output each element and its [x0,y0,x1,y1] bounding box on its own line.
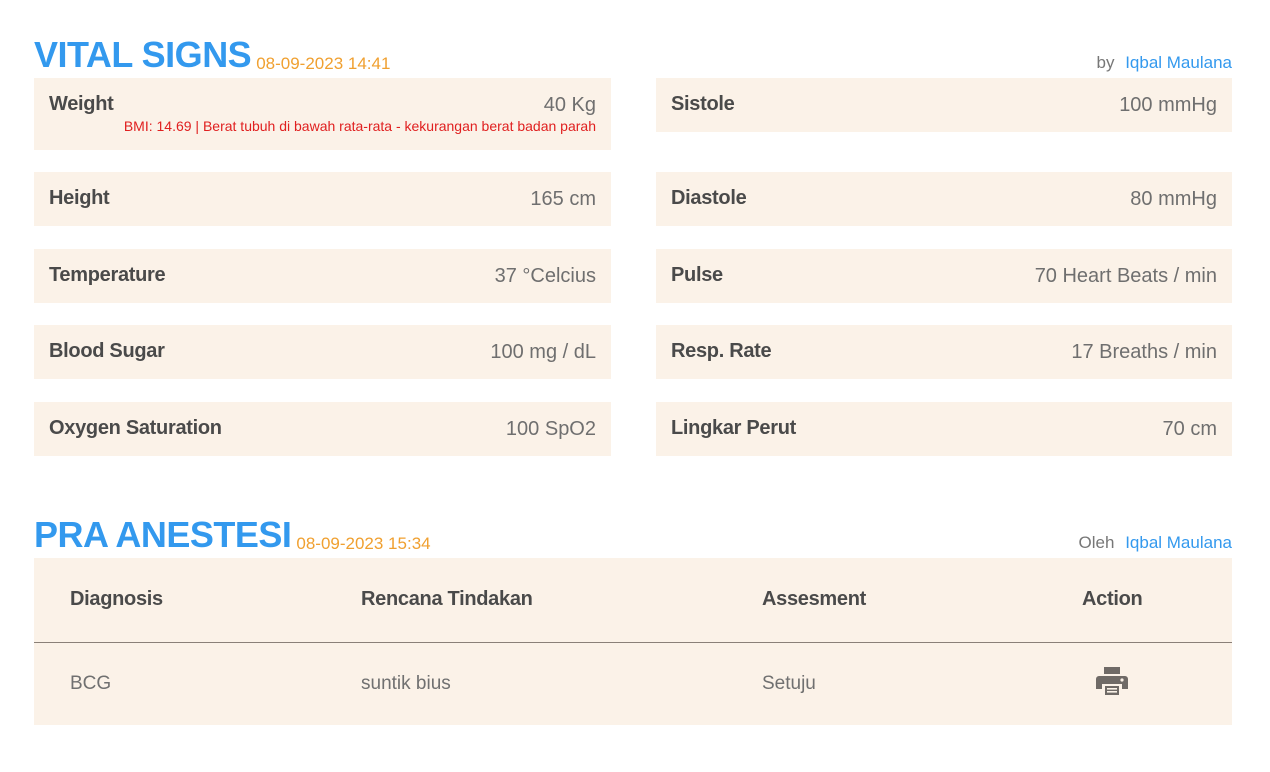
vital-card-temperature: Temperature 37 °Celcius [34,249,611,303]
vital-value: 80 mmHg [1130,188,1217,210]
vital-card-height: Height 165 cm [34,172,611,226]
vital-label: Lingkar Perut [671,417,797,439]
column-header-assesment: Assesment [762,558,1082,643]
column-header-diagnosis: Diagnosis [34,558,361,643]
author-label: by [1096,53,1115,72]
vital-card-weight: Weight 40 Kg BMI: 14.69 | Berat tubuh di… [34,78,611,150]
table-header-row: Diagnosis Rencana Tindakan Assesment Act… [34,558,1232,643]
table-row: BCG suntik bius Setuju [34,642,1232,725]
vital-card-lingkar-perut: Lingkar Perut 70 cm [656,402,1232,456]
vital-label: Sistole [671,93,735,115]
column-header-rencana-tindakan: Rencana Tindakan [361,558,762,643]
vital-card-blood-sugar: Blood Sugar 100 mg / dL [34,325,611,379]
vital-signs-title: VITAL SIGNS [34,34,252,75]
pra-anestesi-header: PRA ANESTESI 08-09-2023 15:34 Oleh Iqbal… [34,517,1232,553]
cell-assesment: Setuju [762,672,816,694]
vital-signs-author: by Iqbal Maulana [1096,54,1232,71]
cell-diagnosis: BCG [70,672,112,694]
cell-action [1082,642,1232,725]
vital-value: 40 Kg [543,94,596,116]
vital-signs-header: VITAL SIGNS 08-09-2023 14:41 by Iqbal Ma… [34,0,1232,73]
pra-anestesi-author: Oleh Iqbal Maulana [1079,534,1232,551]
vital-card-resp-rate: Resp. Rate 17 Breaths / min [656,325,1232,379]
vital-card-pulse: Pulse 70 Heart Beats / min [656,249,1232,303]
vital-card-diastole: Diastole 80 mmHg [656,172,1232,226]
vital-card-oxygen-saturation: Oxygen Saturation 100 SpO2 [34,402,611,456]
vital-value: 70 cm [1162,418,1217,440]
vital-value: 100 mg / dL [490,341,596,363]
author-name-link[interactable]: Iqbal Maulana [1125,533,1232,552]
vital-label: Resp. Rate [671,340,772,362]
column-header-action: Action [1082,558,1232,643]
vital-value: 70 Heart Beats / min [1034,265,1217,287]
vital-label: Blood Sugar [49,340,165,362]
vital-label: Height [49,187,110,209]
pra-anestesi-timestamp: 08-09-2023 15:34 [296,534,431,553]
vital-value: 100 SpO2 [505,418,596,440]
author-name-link[interactable]: Iqbal Maulana [1125,53,1232,72]
cell-rencana-tindakan: suntik bius [361,672,451,694]
vital-value: 165 cm [530,188,596,210]
author-label: Oleh [1078,533,1115,552]
vital-value: 17 Breaths / min [1071,341,1217,363]
vital-label: Temperature [49,264,166,286]
page: VITAL SIGNS 08-09-2023 14:41 by Iqbal Ma… [0,0,1270,772]
pra-anestesi-title: PRA ANESTESI [34,514,292,555]
vital-value: 37 °Celcius [494,265,596,287]
vital-label: Diastole [671,187,747,209]
vital-label: Pulse [671,264,723,286]
pra-anestesi-table: Diagnosis Rencana Tindakan Assesment Act… [34,558,1232,725]
vital-signs-timestamp: 08-09-2023 14:41 [256,54,391,73]
vital-label: Weight [49,93,114,115]
printer-icon[interactable] [1096,666,1128,702]
vital-label: Oxygen Saturation [49,417,222,439]
bmi-warning: BMI: 14.69 | Berat tubuh di bawah rata-r… [123,118,596,134]
vital-card-sistole: Sistole 100 mmHg [656,78,1232,132]
vital-value: 100 mmHg [1119,94,1217,116]
vital-signs-grid: Weight 40 Kg BMI: 14.69 | Berat tubuh di… [34,78,1232,463]
